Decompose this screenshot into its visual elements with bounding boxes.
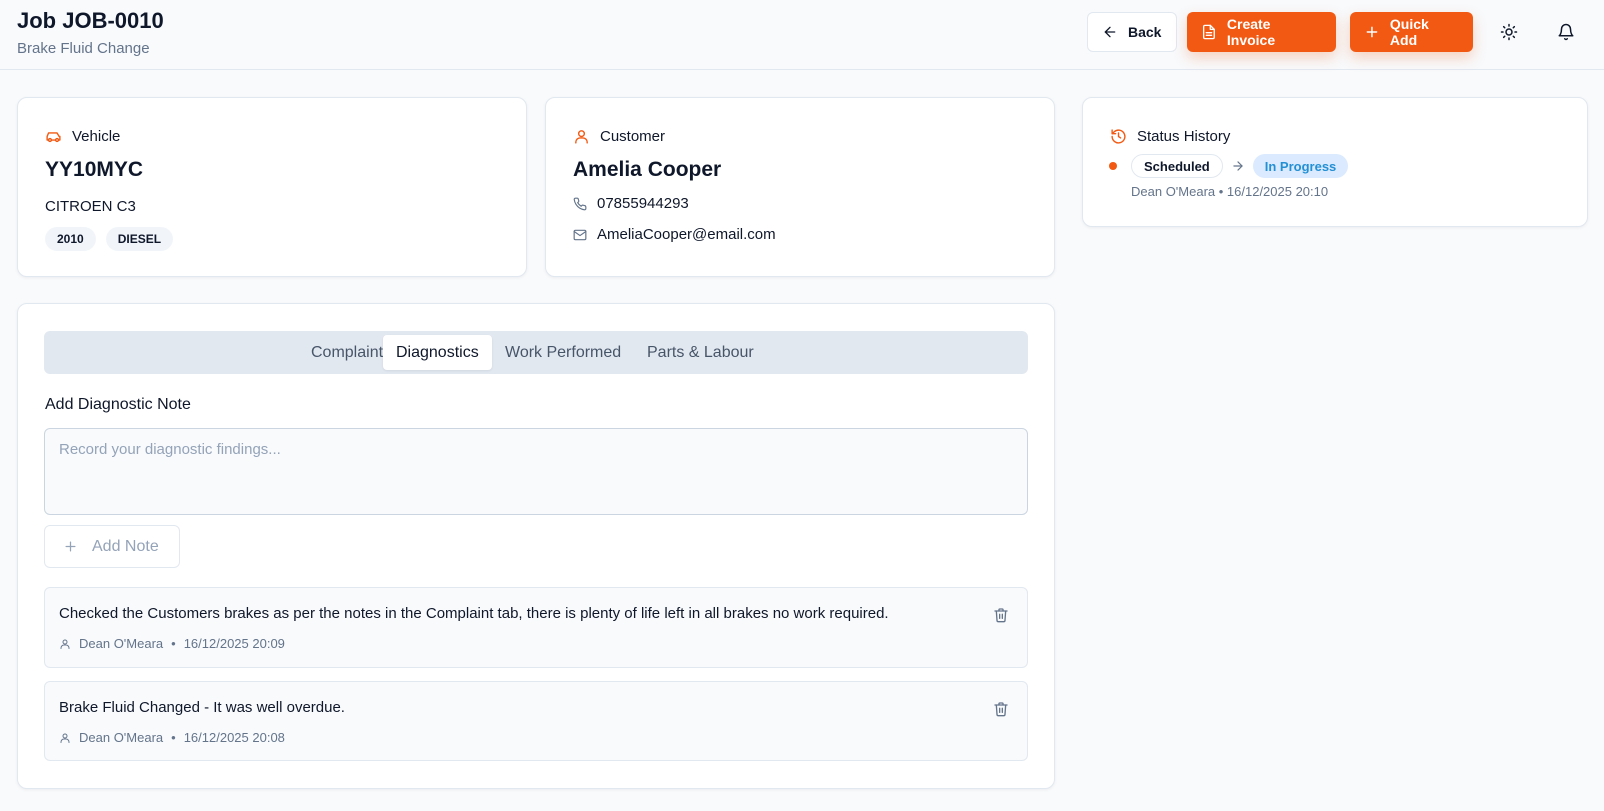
vehicle-year-tag: 2010 — [45, 227, 96, 251]
sun-icon — [1500, 23, 1518, 41]
vehicle-card: Vehicle YY10MYC CITROEN C3 2010 DIESEL — [17, 97, 527, 277]
meta-separator: • — [171, 730, 176, 745]
customer-name: Amelia Cooper — [573, 158, 722, 181]
note-meta: Dean O'Meara • 16/12/2025 20:09 — [59, 636, 285, 651]
customer-heading-label: Customer — [600, 128, 666, 145]
diagnostic-note-item: Checked the Customers brakes as per the … — [44, 587, 1028, 668]
user-icon — [575, 130, 588, 144]
add-diagnostic-note-label: Add Diagnostic Note — [45, 396, 191, 413]
user-icon — [60, 733, 70, 743]
note-text: Checked the Customers brakes as per the … — [59, 605, 889, 622]
history-icon — [1111, 129, 1126, 144]
vehicle-fuel-tag: DIESEL — [105, 227, 174, 251]
status-change-meta: Dean O'Meara • 16/12/2025 20:10 — [1131, 184, 1329, 199]
notifications-button[interactable] — [1550, 16, 1582, 48]
customer-card: Customer Amelia Cooper 07855944293 Ameli… — [545, 97, 1055, 277]
plus-icon — [65, 541, 76, 552]
meta-separator: • — [171, 636, 176, 651]
vehicle-card-heading: Vehicle — [45, 128, 120, 145]
note-timestamp: 16/12/2025 20:09 — [183, 636, 285, 651]
arrow-left-icon — [1104, 26, 1116, 38]
note-text: Brake Fluid Changed - It was well overdu… — [59, 699, 345, 716]
mail-icon — [573, 229, 587, 240]
status-history-heading: Status History — [1110, 128, 1230, 145]
customer-phone[interactable]: 07855944293 — [597, 195, 689, 212]
timeline-dot — [1109, 162, 1117, 170]
add-note-button[interactable]: Add Note — [44, 525, 180, 568]
file-text-icon — [1202, 24, 1215, 40]
page-title: Job JOB-0010 — [17, 8, 164, 33]
back-button[interactable]: Back — [1087, 12, 1177, 52]
vehicle-tags: 2010 DIESEL — [45, 227, 174, 251]
plus-icon — [1366, 26, 1378, 38]
status-change-row: Scheduled In Progress — [1109, 154, 1349, 178]
note-meta: Dean O'Meara • 16/12/2025 20:08 — [59, 730, 285, 745]
vehicle-registration: YY10MYC — [45, 158, 144, 181]
tab-diagnostics[interactable]: Diagnostics — [383, 335, 492, 370]
status-from-badge: Scheduled — [1131, 154, 1223, 178]
delete-note-button[interactable] — [991, 699, 1011, 719]
theme-toggle-button[interactable] — [1493, 16, 1525, 48]
car-icon — [46, 132, 61, 143]
trash-icon — [994, 702, 1008, 717]
arrow-right-icon — [1233, 161, 1243, 171]
back-button-label: Back — [1128, 24, 1162, 40]
customer-phone-row: 07855944293 — [573, 195, 689, 212]
phone-icon — [573, 197, 587, 210]
create-invoice-button[interactable]: Create Invoice — [1187, 12, 1336, 52]
customer-email[interactable]: AmeliaCooper@email.com — [597, 226, 776, 243]
customer-email-row: AmeliaCooper@email.com — [573, 226, 776, 243]
quick-add-label: Quick Add — [1389, 16, 1429, 48]
diagnostic-note-item: Brake Fluid Changed - It was well overdu… — [44, 681, 1028, 761]
diagnostic-note-input[interactable] — [44, 428, 1028, 515]
add-note-label: Add Note — [92, 537, 159, 555]
trash-icon — [994, 608, 1008, 623]
note-timestamp: 16/12/2025 20:08 — [183, 730, 285, 745]
delete-note-button[interactable] — [991, 605, 1011, 625]
tab-work-performed[interactable]: Work Performed — [492, 335, 634, 370]
vehicle-heading-label: Vehicle — [72, 128, 121, 145]
customer-card-heading: Customer — [573, 128, 665, 145]
job-details-card: Complaint Diagnostics Work Performed Par… — [17, 303, 1055, 789]
status-history-label: Status History — [1137, 128, 1231, 145]
tab-parts-labour[interactable]: Parts & Labour — [634, 335, 767, 370]
note-author: Dean O'Meara — [79, 636, 164, 651]
create-invoice-label: Create Invoice — [1226, 16, 1276, 48]
status-to-badge: In Progress — [1252, 154, 1349, 178]
user-icon — [60, 639, 70, 649]
status-history-card: Status History Scheduled In Progress Dea… — [1082, 97, 1588, 227]
note-author: Dean O'Meara — [79, 730, 164, 745]
tab-bar: Complaint Diagnostics Work Performed Par… — [44, 331, 1028, 374]
page-subtitle: Brake Fluid Change — [17, 40, 150, 57]
bell-icon — [1558, 23, 1574, 41]
vehicle-make-model: CITROEN C3 — [45, 198, 136, 215]
quick-add-button[interactable]: Quick Add — [1350, 12, 1473, 52]
tab-complaint[interactable]: Complaint — [298, 335, 396, 370]
page-header: Job JOB-0010 Brake Fluid Change Back Cre… — [0, 0, 1604, 70]
